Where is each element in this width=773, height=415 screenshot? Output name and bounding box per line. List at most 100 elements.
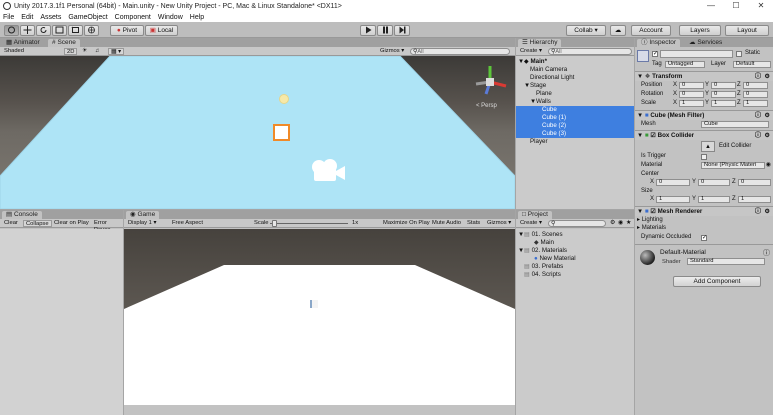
size-x-field[interactable]: 1: [656, 196, 690, 203]
layout-dropdown[interactable]: Layout: [725, 25, 769, 36]
object-picker-icon[interactable]: ◉: [766, 161, 771, 170]
play-button[interactable]: [360, 25, 376, 36]
selected-cube-object[interactable]: [273, 124, 290, 141]
center-x-field[interactable]: 0: [656, 179, 690, 186]
menu-help[interactable]: Help: [190, 14, 204, 21]
tab-scene[interactable]: # Scene: [48, 39, 80, 47]
close-button[interactable]: ✕: [750, 0, 772, 12]
mesh-filter-header[interactable]: ▼ ■ Cube (Mesh Filter) ⓘ ⚙: [635, 110, 773, 120]
layers-dropdown[interactable]: Layers: [679, 25, 721, 36]
maximize-button[interactable]: ☐: [725, 0, 747, 12]
hierarchy-create-dropdown[interactable]: Create ▾: [518, 48, 544, 55]
console-error-pause-toggle[interactable]: Error Pause: [92, 220, 123, 233]
scale-slider-handle[interactable]: [272, 220, 277, 227]
scale-tool-button[interactable]: [52, 25, 67, 36]
hierarchy-item[interactable]: Main Camera: [516, 66, 634, 74]
hierarchy-item[interactable]: Cube (1): [516, 114, 634, 122]
console-clear-button[interactable]: Clear: [2, 220, 20, 227]
hierarchy-item[interactable]: Cube: [516, 106, 634, 114]
console-collapse-toggle[interactable]: Collapse: [23, 220, 52, 227]
maximize-on-play-toggle[interactable]: Maximize On Play: [381, 220, 432, 227]
hierarchy-item[interactable]: Cube (2): [516, 122, 634, 130]
transform-z-field[interactable]: 0: [743, 91, 768, 98]
object-name-input[interactable]: [660, 50, 733, 58]
menu-file[interactable]: File: [3, 14, 14, 21]
project-item[interactable]: ◆ Main: [516, 239, 634, 247]
local-toggle[interactable]: ▣ Local: [145, 25, 178, 36]
hierarchy-item[interactable]: ▼◆ Main*: [516, 58, 634, 66]
game-gizmos-dropdown[interactable]: Gizmos ▾: [485, 220, 513, 227]
tab-console[interactable]: ▤ Console: [2, 211, 42, 219]
move-tool-button[interactable]: [20, 25, 35, 36]
step-button[interactable]: [394, 25, 410, 36]
active-checkbox[interactable]: ✓: [652, 51, 658, 57]
hierarchy-item[interactable]: Plane: [516, 90, 634, 98]
tag-dropdown[interactable]: Untagged: [665, 61, 705, 68]
aspect-dropdown[interactable]: Free Aspect: [170, 220, 205, 227]
hierarchy-item[interactable]: ▼Stage: [516, 82, 634, 90]
orientation-gizmo[interactable]: [470, 64, 510, 102]
cloud-button[interactable]: ☁: [610, 25, 626, 36]
tab-services[interactable]: ☁ Services: [685, 39, 726, 47]
hand-tool-button[interactable]: [4, 25, 19, 36]
transform-x-field[interactable]: 1: [679, 100, 704, 107]
transform-y-field[interactable]: 0: [711, 91, 736, 98]
center-y-field[interactable]: 0: [698, 179, 730, 186]
edit-collider-button[interactable]: ▲: [701, 141, 715, 152]
transform-header[interactable]: ▼ ❖ Transform ⓘ ⚙: [635, 71, 773, 81]
hierarchy-item[interactable]: ▼Walls: [516, 98, 634, 106]
project-item[interactable]: ● New Material: [516, 255, 634, 263]
camera-gizmo-icon[interactable]: [310, 158, 348, 184]
size-y-field[interactable]: 1: [698, 196, 730, 203]
static-checkbox[interactable]: [736, 51, 742, 57]
mesh-field[interactable]: Cube: [701, 121, 769, 128]
project-item[interactable]: ▼▤ 02. Materials: [516, 247, 634, 255]
physic-material-field[interactable]: None (Physic Materi: [701, 162, 765, 169]
tab-hierarchy[interactable]: ☰ Hierarchy: [518, 39, 562, 47]
scene-search-input[interactable]: ⚲All: [410, 48, 510, 55]
center-z-field[interactable]: 0: [738, 179, 771, 186]
layer-dropdown[interactable]: Default: [733, 61, 771, 68]
shader-dropdown[interactable]: Standard: [687, 258, 765, 265]
hierarchy-item[interactable]: Directional Light: [516, 74, 634, 82]
project-item[interactable]: ▼▤ 01. Scenes: [516, 231, 634, 239]
menu-component[interactable]: Component: [115, 14, 151, 21]
directional-light-gizmo[interactable]: [279, 94, 289, 104]
audio-toggle[interactable]: ♫: [93, 48, 101, 55]
mute-audio-toggle[interactable]: Mute Audio: [430, 220, 463, 227]
project-search-input[interactable]: ⚲: [548, 220, 606, 227]
pivot-toggle[interactable]: ● Pivot: [110, 25, 144, 36]
box-collider-header[interactable]: ▼ ■ ☑ Box Collider ⓘ ⚙: [635, 130, 773, 140]
scene-gizmos-dropdown[interactable]: Gizmos ▾: [378, 48, 406, 55]
settings-gear-icon[interactable]: ⚙: [764, 131, 770, 141]
tab-project[interactable]: □ Project: [518, 211, 552, 219]
rotate-tool-button[interactable]: [36, 25, 51, 36]
shading-dropdown[interactable]: Shaded: [2, 48, 42, 55]
game-viewport[interactable]: [124, 229, 515, 405]
favorites-star-icon[interactable]: ★: [624, 220, 633, 227]
transform-z-field[interactable]: 1: [743, 100, 768, 107]
scale-slider-track[interactable]: [270, 223, 348, 224]
persp-label[interactable]: < Persp: [476, 103, 497, 109]
project-item[interactable]: ▤ 04. Scripts: [516, 271, 634, 279]
menu-gameobject[interactable]: GameObject: [68, 14, 107, 21]
mesh-renderer-header[interactable]: ▼ ■ ☑ Mesh Renderer ⓘ ⚙: [635, 206, 773, 216]
2d-toggle[interactable]: 2D: [64, 48, 78, 55]
minimize-button[interactable]: —: [700, 0, 722, 12]
account-dropdown[interactable]: Account: [631, 25, 671, 36]
pause-button[interactable]: [377, 25, 393, 36]
stats-toggle[interactable]: Stats: [465, 220, 482, 227]
transform-y-field[interactable]: 0: [711, 82, 736, 89]
mesh-renderer-enabled-checkbox[interactable]: ☑: [650, 208, 656, 215]
menu-assets[interactable]: Assets: [40, 14, 61, 21]
help-icon[interactable]: ⓘ: [755, 131, 761, 141]
hierarchy-search-input[interactable]: ⚲All: [548, 48, 632, 55]
box-collider-enabled-checkbox[interactable]: ☑: [650, 132, 656, 139]
is-trigger-checkbox[interactable]: [701, 154, 707, 160]
transform-x-field[interactable]: 0: [679, 82, 704, 89]
hierarchy-item[interactable]: Cube (3): [516, 130, 634, 138]
transform-z-field[interactable]: 0: [743, 82, 768, 89]
lighting-toggle[interactable]: ☀: [80, 48, 89, 55]
tab-animator[interactable]: ▦ Animator: [2, 39, 44, 47]
project-item[interactable]: ▤ 03. Prefabs: [516, 263, 634, 271]
